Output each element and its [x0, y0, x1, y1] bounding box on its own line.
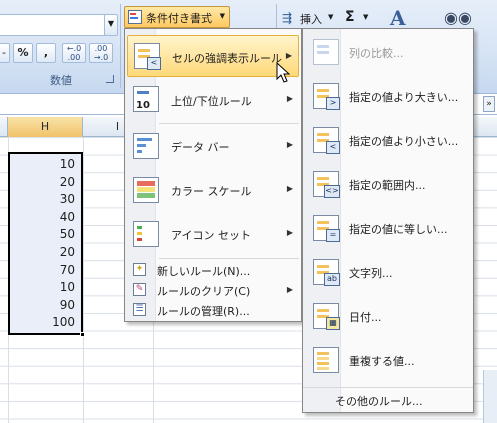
gridline — [83, 137, 84, 423]
column-header-g[interactable] — [0, 117, 8, 137]
number-group-label: 数値 — [50, 74, 72, 87]
vertical-scrollbar[interactable] — [483, 370, 497, 423]
submenu-item-label: 指定の値より小さい... — [349, 135, 459, 148]
data-bar-icon — [133, 133, 159, 159]
cell-value[interactable]: 70 — [60, 262, 75, 280]
insert-cells-button[interactable]: ⇶ 挿入 ▼ — [280, 8, 338, 28]
highlight-cells-submenu: 列の比較... > 指定の値より大きい... < 指定の値より小さい... <>… — [302, 28, 474, 413]
chevron-down-icon-2: ▼ — [328, 13, 334, 21]
conditional-format-label: 条件付き書式 — [146, 12, 212, 25]
clear-rules-icon: ✎ — [133, 283, 146, 296]
submenu-item-less-than[interactable]: < 指定の値より小さい... — [305, 119, 471, 163]
cell-value[interactable]: 30 — [60, 191, 75, 209]
highlight-cells-icon: < — [134, 43, 161, 70]
new-rule-icon: ✦ — [133, 263, 146, 276]
menu-item-clear-rules[interactable]: ✎ ルールのクリア(C) ▶ — [127, 280, 299, 300]
menu-item-label: ルールのクリア(C) — [157, 285, 251, 298]
column-header-h[interactable]: H — [8, 117, 83, 137]
menu-item-manage-rules[interactable]: ☰ ルールの管理(R)... — [127, 300, 299, 320]
manage-rules-icon: ☰ — [133, 303, 146, 316]
cell-value[interactable]: 10 — [60, 156, 75, 174]
submenu-item-between[interactable]: <> 指定の範囲内... — [305, 163, 471, 207]
submenu-arrow-icon: ▶ — [286, 94, 293, 103]
color-scale-icon — [133, 177, 159, 203]
accounting-format-button[interactable]: - — [0, 43, 10, 63]
submenu-item-duplicate-values[interactable]: 重複する値... — [305, 339, 471, 383]
submenu-item-text-contains[interactable]: ab 文字列... — [305, 251, 471, 295]
chevron-down-icon-3: ▼ — [363, 13, 369, 21]
compare-columns-icon — [313, 39, 339, 65]
less-than-icon: < — [313, 127, 340, 154]
conditional-format-icon — [128, 10, 142, 24]
submenu-item-label: 日付... — [349, 311, 382, 324]
duplicate-values-icon — [313, 347, 339, 373]
comma-style-button[interactable]: , — [36, 43, 56, 63]
find-select-icon[interactable]: ◉◉ — [444, 8, 472, 30]
selected-range-h2-h11[interactable]: 10 20 30 40 50 20 70 10 90 100 — [8, 152, 85, 337]
menu-item-data-bars[interactable]: データ バー ▶ — [127, 125, 299, 169]
insert-label: 挿入 — [300, 13, 322, 26]
submenu-item-equal-to[interactable]: = 指定の値に等しい... — [305, 207, 471, 251]
number-format-dropdown[interactable] — [0, 14, 110, 36]
submenu-arrow-icon: ▶ — [285, 51, 292, 60]
menu-item-label: セルの強調表示ルール — [172, 52, 282, 65]
submenu-separator — [303, 387, 473, 388]
insert-cells-icon: ⇶ — [282, 11, 293, 25]
group-separator — [120, 4, 121, 88]
top-bottom-icon: 10 — [133, 86, 159, 112]
autosum-button[interactable]: Σ ▼ — [343, 8, 377, 28]
percent-style-button[interactable]: % — [13, 43, 33, 63]
equal-to-icon: = — [313, 215, 340, 242]
submenu-item-greater-than[interactable]: > 指定の値より大きい... — [305, 75, 471, 119]
icon-set-icon — [133, 221, 159, 247]
decrease-decimal-button[interactable]: .00 →.0 — [89, 43, 113, 63]
submenu-item-date-occurring[interactable]: ▦ 日付... — [305, 295, 471, 339]
cell-value[interactable]: 90 — [60, 297, 75, 315]
submenu-item-compare-columns[interactable]: 列の比較... — [305, 31, 471, 75]
submenu-item-label: 指定の値に等しい... — [349, 223, 448, 236]
menu-item-new-rule[interactable]: ✦ 新しいルール(N)... — [127, 260, 299, 280]
menu-item-label: カラー スケール — [171, 185, 252, 198]
menu-item-label: 新しいルール(N)... — [157, 265, 251, 278]
submenu-item-more-rules[interactable]: その他のルール... — [335, 393, 423, 409]
submenu-arrow-icon: ▶ — [286, 140, 293, 149]
submenu-item-label: 指定の値より大きい... — [349, 91, 459, 104]
cell-value[interactable]: 50 — [60, 226, 75, 244]
menu-item-label: データ バー — [171, 141, 230, 154]
cell-value[interactable]: 40 — [60, 209, 75, 227]
submenu-item-label: 重複する値... — [349, 355, 415, 368]
cell-value[interactable]: 20 — [60, 244, 75, 262]
submenu-arrow-icon: ▶ — [286, 228, 293, 237]
menu-item-label: 上位/下位ルール — [171, 95, 252, 108]
menu-separator — [159, 123, 299, 124]
cell-value[interactable]: 100 — [52, 314, 75, 332]
increase-decimal-button[interactable]: ←.0.00 — [62, 43, 86, 63]
menu-item-highlight-cells-rules[interactable]: < セルの強調表示ルール ▶ — [127, 35, 299, 77]
cell-value[interactable]: 10 — [60, 279, 75, 297]
chevron-down-icon: ▼ — [219, 12, 225, 20]
menu-item-label: アイコン セット — [171, 229, 251, 242]
submenu-item-label: 列の比較... — [349, 47, 404, 60]
number-format-dropdown-arrow[interactable]: ▼ — [104, 14, 118, 36]
fill-handle[interactable] — [80, 332, 85, 337]
menu-item-top-bottom-rules[interactable]: 10 上位/下位ルール ▶ — [127, 79, 299, 121]
dialog-launcher-icon[interactable] — [106, 75, 114, 83]
menu-item-label: ルールの管理(R)... — [157, 305, 250, 318]
submenu-item-label: 文字列... — [349, 267, 393, 280]
text-contains-icon: ab — [313, 259, 340, 286]
submenu-item-label: 指定の範囲内... — [349, 179, 426, 192]
calendar-icon: ▦ — [313, 303, 340, 330]
greater-than-icon: > — [313, 83, 340, 110]
mouse-cursor-icon — [276, 62, 290, 83]
between-icon: <> — [313, 171, 340, 198]
menu-item-icon-sets[interactable]: アイコン セット ▶ — [127, 213, 299, 257]
submenu-arrow-icon: ▶ — [286, 184, 293, 193]
cell-value[interactable]: 20 — [60, 174, 75, 192]
conditional-format-button[interactable]: 条件付き書式 ▼ — [124, 6, 230, 28]
submenu-arrow-icon: ▶ — [286, 285, 293, 294]
formula-expand-icon[interactable]: » — [483, 96, 495, 112]
sigma-icon: Σ — [345, 9, 355, 25]
menu-item-color-scales[interactable]: カラー スケール ▶ — [127, 169, 299, 213]
menu-separator — [159, 258, 299, 259]
